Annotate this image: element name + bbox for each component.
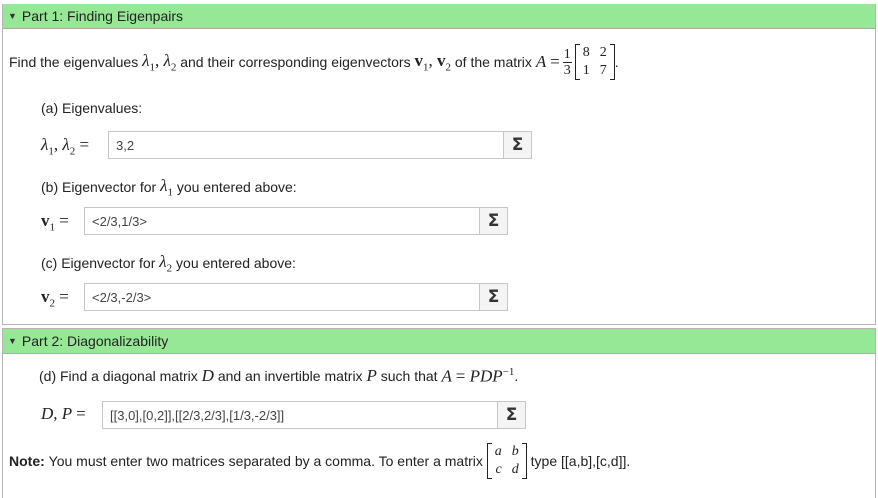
eigenvector1-label: (b) Eigenvector for λ1 you entered above… bbox=[41, 176, 297, 199]
diagonal-input[interactable] bbox=[102, 401, 497, 429]
part1-title: Part 1: Finding Eigenpairs bbox=[21, 8, 184, 24]
matrix-A-math: A = bbox=[535, 52, 560, 71]
triangle-down-icon[interactable]: ▼ bbox=[8, 336, 17, 346]
sigma-icon[interactable]: Σ bbox=[497, 401, 526, 429]
part2-header[interactable]: ▼ Part 2: Diagonalizability bbox=[3, 328, 875, 354]
eigenvector2-input[interactable] bbox=[84, 283, 479, 311]
triangle-down-icon[interactable]: ▼ bbox=[8, 11, 17, 21]
eigenvector1-input[interactable] bbox=[84, 207, 479, 235]
lambda-pair-math: λ1, λ2 bbox=[142, 50, 177, 74]
part2-title: Part 2: Diagonalizability bbox=[21, 333, 169, 349]
dp-equals-label: D, P = bbox=[41, 404, 86, 423]
part1-section: ▼ Part 1: Finding Eigenpairs Find the ei… bbox=[2, 4, 876, 325]
v2-equals-label: v2 = bbox=[41, 287, 69, 310]
note-text: Note: You must enter two matrices separa… bbox=[9, 443, 631, 479]
sigma-icon[interactable]: Σ bbox=[479, 207, 508, 235]
matrix-A: 82 17 bbox=[574, 44, 615, 80]
eigenvector2-answer: Σ bbox=[84, 283, 508, 311]
eigenvector2-label: (c) Eigenvector for λ2 you entered above… bbox=[41, 252, 296, 275]
part1-header[interactable]: ▼ Part 1: Finding Eigenpairs bbox=[3, 4, 875, 29]
part1-prompt: Find the eigenvalues λ1, λ2 and their co… bbox=[9, 44, 619, 80]
sigma-icon[interactable]: Σ bbox=[479, 283, 508, 311]
example-matrix: ab cd bbox=[486, 443, 527, 479]
diagonal-answer: Σ bbox=[102, 401, 526, 429]
eigenvalues-label: (a) Eigenvalues: bbox=[41, 100, 143, 116]
eigenvalues-answer: Σ bbox=[108, 131, 532, 159]
eigenvalues-input[interactable] bbox=[108, 131, 503, 159]
v1-equals-label: v1 = bbox=[41, 211, 69, 234]
vector-pair-math: v1, v2 bbox=[414, 50, 452, 74]
eigenvector1-answer: Σ bbox=[84, 207, 508, 235]
diagonal-prompt: (d) Find a diagonal matrix D and an inve… bbox=[39, 366, 519, 386]
sigma-icon[interactable]: Σ bbox=[503, 131, 532, 159]
part2-section: ▼ Part 2: Diagonalizability (d) Find a d… bbox=[2, 328, 876, 498]
one-third-fraction: 1 3 bbox=[562, 46, 572, 78]
lambda-equals-label: λ1, λ2 = bbox=[41, 135, 90, 158]
